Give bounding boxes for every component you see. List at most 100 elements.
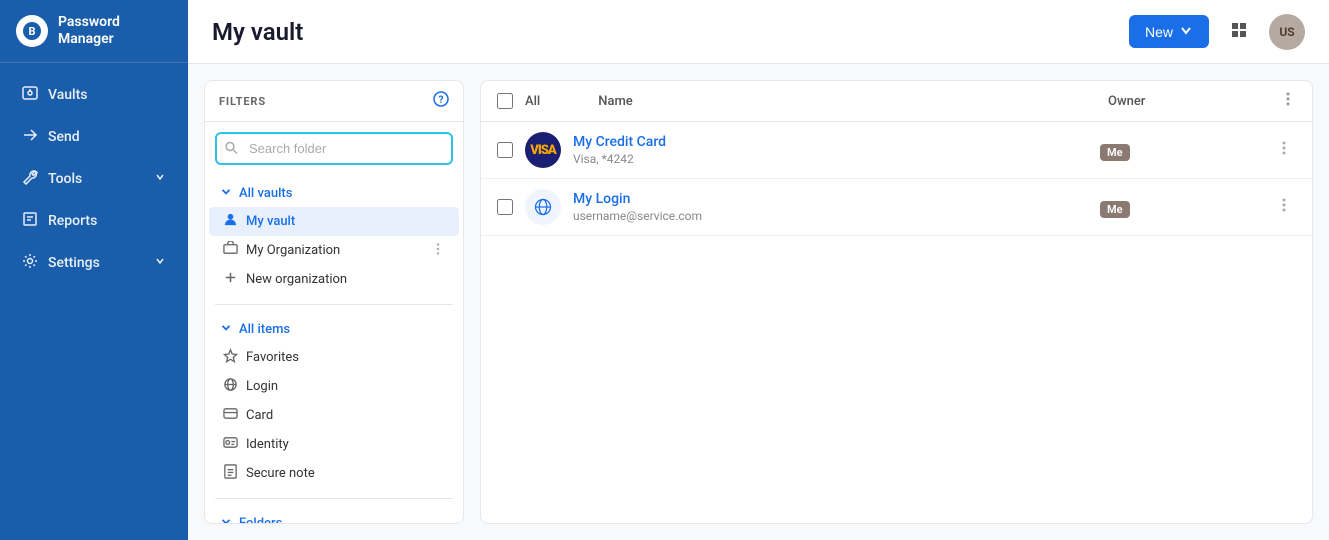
owner-column-header: Owner: [1108, 94, 1268, 109]
search-folder-input[interactable]: [215, 132, 453, 165]
item-more-icon-1[interactable]: [1272, 136, 1296, 164]
item-owner-2: Me: [1100, 198, 1260, 217]
item-more-icon-2[interactable]: [1272, 193, 1296, 221]
favorites-label: Favorites: [246, 350, 299, 365]
sidebar-send-label: Send: [48, 129, 80, 145]
my-org-more-icon[interactable]: [431, 242, 445, 260]
vaults-section: All vaults My vault: [205, 175, 463, 298]
sidebar-item-settings[interactable]: Settings: [6, 243, 182, 283]
sidebar-item-reports[interactable]: Reports: [6, 201, 182, 241]
item-sub-1: Visa, *4242: [573, 152, 1088, 166]
star-icon: [223, 348, 238, 367]
avatar[interactable]: US: [1269, 14, 1305, 50]
main-area: My vault New: [188, 0, 1329, 540]
all-vaults-collapse[interactable]: All vaults: [205, 179, 463, 207]
folders-section: Folders My Folder: [205, 505, 463, 523]
settings-icon: [22, 253, 38, 273]
plus-icon: [223, 270, 238, 289]
table-more-options-icon[interactable]: [1280, 91, 1296, 111]
items-panel: All Name Owner VISA My Credit Card Vi: [480, 80, 1313, 524]
item-info-1: My Credit Card Visa, *4242: [573, 134, 1088, 166]
app-title: Password Manager: [58, 14, 172, 48]
new-button-label: New: [1145, 24, 1173, 40]
vault-icon: [22, 85, 38, 105]
items-table-header: All Name Owner: [481, 81, 1312, 122]
svg-text:B: B: [28, 25, 35, 38]
sidebar-reports-label: Reports: [48, 213, 97, 229]
secure-note-label: Secure note: [246, 466, 315, 481]
visa-card-icon: VISA: [525, 132, 561, 168]
app-logo: B: [16, 15, 48, 47]
card-label: Card: [246, 408, 273, 423]
note-icon: [223, 464, 238, 483]
item-name-1: My Credit Card: [573, 134, 1088, 150]
login-item[interactable]: Login: [209, 372, 459, 401]
new-org-item[interactable]: New organization: [209, 265, 459, 294]
name-column-header: Name: [598, 94, 1096, 109]
sidebar-settings-label: Settings: [48, 255, 100, 271]
svg-text:?: ?: [439, 95, 444, 106]
select-all-checkbox[interactable]: [497, 93, 513, 109]
sidebar-nav: Vaults Send Tools: [0, 63, 188, 540]
item-sub-2: username@service.com: [573, 209, 1088, 223]
login-label: Login: [246, 379, 278, 394]
my-vault-item[interactable]: My vault: [209, 207, 459, 236]
search-folder-container: [215, 132, 453, 165]
folders-collapse[interactable]: Folders: [205, 509, 463, 523]
all-column-header: All: [525, 94, 540, 109]
row-checkbox-1[interactable]: [497, 142, 513, 158]
globe-small-icon: [223, 377, 238, 396]
sidebar-item-vaults[interactable]: Vaults: [6, 75, 182, 115]
page-title: My vault: [212, 18, 1129, 46]
header: My vault New: [188, 0, 1329, 64]
filters-panel: FILTERS ?: [204, 80, 464, 524]
card-item[interactable]: Card: [209, 401, 459, 430]
sidebar-vaults-label: Vaults: [48, 87, 88, 103]
filters-header: FILTERS ?: [205, 81, 463, 122]
all-items-collapse[interactable]: All items: [205, 315, 463, 343]
divider-1: [215, 304, 453, 305]
my-vault-label: My vault: [246, 214, 295, 229]
identity-item[interactable]: Identity: [209, 430, 459, 459]
filters-help-icon[interactable]: ?: [433, 91, 449, 111]
me-badge-2: Me: [1100, 201, 1130, 218]
secure-note-item[interactable]: Secure note: [209, 459, 459, 488]
header-actions: New US: [1129, 14, 1305, 50]
my-org-label: My Organization: [246, 243, 340, 258]
folders-chevron-icon: [219, 514, 233, 523]
settings-chevron-icon: [154, 255, 166, 271]
card-icon: [223, 406, 238, 425]
org-icon: [223, 241, 238, 260]
folders-label: Folders: [239, 516, 282, 524]
my-org-item[interactable]: My Organization: [209, 236, 459, 265]
item-owner-1: Me: [1100, 141, 1260, 160]
table-row[interactable]: VISA My Credit Card Visa, *4242 Me: [481, 122, 1312, 179]
identity-label: Identity: [246, 437, 289, 452]
favorites-item[interactable]: Favorites: [209, 343, 459, 372]
tools-chevron-icon: [154, 171, 166, 187]
all-items-chevron-icon: [219, 320, 233, 338]
login-globe-icon: [525, 189, 561, 225]
row-checkbox-2[interactable]: [497, 199, 513, 215]
items-section: All items Favorites: [205, 311, 463, 492]
content-area: FILTERS ?: [188, 64, 1329, 540]
collapse-icon: [219, 184, 233, 202]
reports-icon: [22, 211, 38, 231]
new-button-chevron-icon: [1179, 23, 1193, 40]
new-org-label: New organization: [246, 272, 347, 287]
sidebar: B Password Manager Vaults Send: [0, 0, 188, 540]
table-row[interactable]: My Login username@service.com Me: [481, 179, 1312, 236]
grid-view-button[interactable]: [1221, 14, 1257, 50]
sidebar-item-send[interactable]: Send: [6, 117, 182, 157]
avatar-initials: US: [1279, 25, 1294, 39]
sidebar-tools-label: Tools: [48, 171, 82, 187]
divider-2: [215, 498, 453, 499]
filters-body: All vaults My vault: [205, 122, 463, 523]
item-name-2: My Login: [573, 191, 1088, 207]
grid-icon: [1231, 22, 1247, 41]
new-button[interactable]: New: [1129, 15, 1209, 48]
filters-title: FILTERS: [219, 95, 266, 108]
sidebar-item-tools[interactable]: Tools: [6, 159, 182, 199]
all-vaults-label: All vaults: [239, 186, 292, 201]
tools-icon: [22, 169, 38, 189]
